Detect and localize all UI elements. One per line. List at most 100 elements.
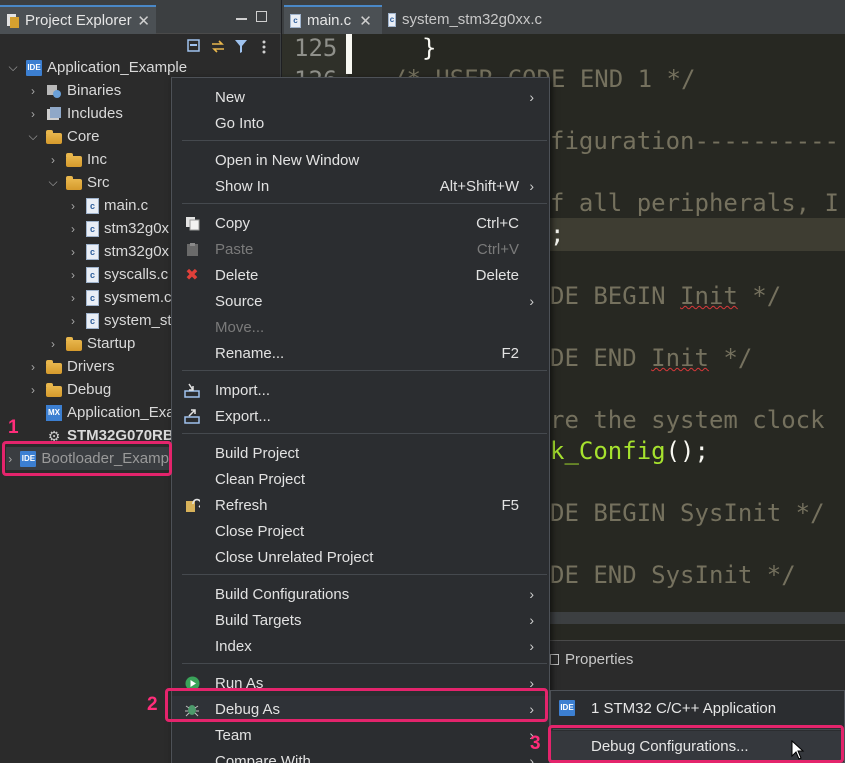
menu-item-import[interactable]: Import... (172, 377, 549, 403)
tree-item-inc[interactable]: › Inc (46, 148, 107, 171)
menu-item-close-project[interactable]: Close Project (172, 518, 549, 544)
menu-item-label: Build Targets (215, 611, 302, 629)
tab-properties[interactable]: Properties (550, 645, 633, 673)
tree-item-stm32g0x-2[interactable]: › c stm32g0x (66, 240, 169, 263)
tree-item-startup[interactable]: › Startup (46, 332, 135, 355)
menu-item-label: Compare With (215, 752, 311, 763)
tab-system-stm32g0xx-c[interactable]: c system_stm32g0xx.c (382, 5, 542, 34)
menu-item-build-project[interactable]: Build Project (172, 440, 549, 466)
expand-arrow-icon[interactable]: › (46, 337, 60, 351)
expand-arrow-icon[interactable]: › (26, 107, 40, 121)
binaries-icon (46, 83, 62, 99)
menu-item-stm32-c-app[interactable]: IDE 1 STM32 C/C++ Application (551, 693, 844, 723)
menu-item-label: Build Configurations (215, 585, 350, 603)
tree-item-application-example[interactable]: ⌵ IDE Application_Example (6, 56, 187, 79)
explorer-tab-bar: Project Explorer ✕ (0, 0, 281, 34)
menu-item-label: Rename... (215, 344, 285, 362)
menu-item-build-configurations[interactable]: Build Configurations › (172, 581, 549, 607)
minimize-icon[interactable] (236, 9, 247, 20)
menu-item-compare-with[interactable]: Compare With › (172, 748, 549, 763)
maximize-icon[interactable] (256, 11, 267, 22)
menu-item-label: Paste (215, 240, 254, 258)
import-icon (184, 382, 200, 398)
filter-icon[interactable] (232, 38, 249, 55)
expand-arrow-icon[interactable]: › (66, 314, 80, 328)
code-line: re the system clock (550, 406, 825, 434)
menu-item-label: Clean Project (215, 470, 306, 488)
menu-item-go-into[interactable]: Go Into (172, 110, 549, 136)
menu-item-label: Move... (215, 318, 265, 336)
menu-item-export[interactable]: Export... (172, 403, 549, 429)
menu-item-build-targets[interactable]: Build Targets › (172, 607, 549, 633)
code-token: DE END (550, 344, 652, 372)
tree-item-core[interactable]: ⌵ Core (26, 125, 99, 148)
tree-item-main-c[interactable]: › c main.c (66, 194, 148, 217)
code-line: figuration---------- (550, 127, 839, 155)
menu-item-refresh[interactable]: Refresh F5 (172, 492, 549, 518)
horizontal-scrollbar[interactable] (550, 612, 845, 624)
menu-item-delete[interactable]: ✖ Delete Delete (172, 262, 549, 288)
tree-item-syscalls-c[interactable]: › c syscalls.c (66, 263, 168, 286)
tree-item-label: Drivers (67, 358, 115, 375)
tree-item-system-stm32[interactable]: › c system_str (66, 309, 177, 332)
link-with-editor-icon[interactable] (209, 38, 226, 55)
menu-item-new[interactable]: New › (172, 84, 549, 110)
menu-item-show-in[interactable]: Show In Alt+Shift+W › (172, 173, 549, 199)
expand-arrow-icon[interactable]: › (66, 245, 80, 259)
tree-item-application-ioc[interactable]: MX Application_Exa (26, 401, 175, 424)
code-token: k_Config (550, 437, 666, 465)
c-file-icon: c (86, 243, 99, 260)
menu-item-close-unrelated-project[interactable]: Close Unrelated Project (172, 544, 549, 570)
tree-item-label: Application_Exa (67, 404, 175, 421)
expand-arrow-icon[interactable]: ⌵ (6, 60, 20, 75)
tree-item-label: Inc (87, 151, 108, 168)
menu-item-source[interactable]: Source › (172, 288, 549, 314)
expand-arrow-icon[interactable]: › (66, 199, 80, 213)
expand-arrow-icon[interactable]: › (26, 383, 40, 397)
expand-arrow-icon[interactable]: ⌵ (26, 129, 40, 144)
tab-main-c[interactable]: c main.c ✕ (284, 5, 382, 34)
context-menu: New › Go Into Open in New Window Show In… (171, 77, 550, 763)
tree-item-src[interactable]: ⌵ Src (46, 171, 109, 194)
tree-item-stm32g0x-1[interactable]: › c stm32g0x (66, 217, 169, 240)
menu-item-clean-project[interactable]: Clean Project (172, 466, 549, 492)
c-file-icon: c (86, 266, 99, 283)
code-line: DE BEGIN Init */ (550, 282, 781, 310)
menu-item-open-in-new-window[interactable]: Open in New Window (172, 147, 549, 173)
expand-arrow-icon[interactable]: › (26, 360, 40, 374)
menu-item-rename[interactable]: Rename... F2 (172, 340, 549, 366)
close-icon[interactable]: ✕ (359, 12, 372, 30)
expand-arrow-icon[interactable]: › (66, 222, 80, 236)
code-line: ; (550, 220, 565, 248)
expand-arrow-icon[interactable]: ⌵ (46, 175, 60, 190)
tree-item-label: Application_Example (47, 59, 188, 76)
tree-item-binaries[interactable]: › Binaries (26, 79, 121, 102)
menu-item-label: Build Project (215, 444, 300, 462)
expand-arrow-icon[interactable]: › (66, 291, 80, 305)
menu-separator (182, 663, 547, 664)
expand-arrow-icon[interactable]: › (46, 153, 60, 167)
properties-title: Properties (565, 650, 634, 668)
menu-item-copy[interactable]: Copy Ctrl+C (172, 210, 549, 236)
tree-item-drivers[interactable]: › Drivers (26, 355, 115, 378)
menu-item-label: Close Project (215, 522, 305, 540)
collapse-all-icon[interactable] (186, 38, 203, 55)
submenu-arrow-icon: › (529, 178, 534, 194)
view-menu-icon[interactable] (255, 38, 272, 55)
tab-project-explorer[interactable]: Project Explorer ✕ (0, 5, 156, 34)
code-line: k_Config(); (550, 437, 709, 465)
expand-arrow-icon[interactable]: › (66, 268, 80, 282)
menu-item-move[interactable]: Move... (172, 314, 549, 340)
tree-item-debug[interactable]: › Debug (26, 378, 111, 401)
menu-item-paste[interactable]: Paste Ctrl+V (172, 236, 549, 262)
menu-item-index[interactable]: Index › (172, 633, 549, 659)
tree-item-sysmem-c[interactable]: › c sysmem.c (66, 286, 172, 309)
refresh-icon (184, 497, 200, 513)
folder-icon (66, 152, 82, 167)
shortcut-label: F5 (501, 496, 519, 514)
close-icon[interactable]: ✕ (137, 12, 150, 30)
tree-item-includes[interactable]: › Includes (26, 102, 123, 125)
expand-arrow-icon[interactable]: › (26, 84, 40, 98)
menu-item-label: Copy (215, 214, 251, 232)
menu-item-team[interactable]: Team › (172, 722, 549, 748)
